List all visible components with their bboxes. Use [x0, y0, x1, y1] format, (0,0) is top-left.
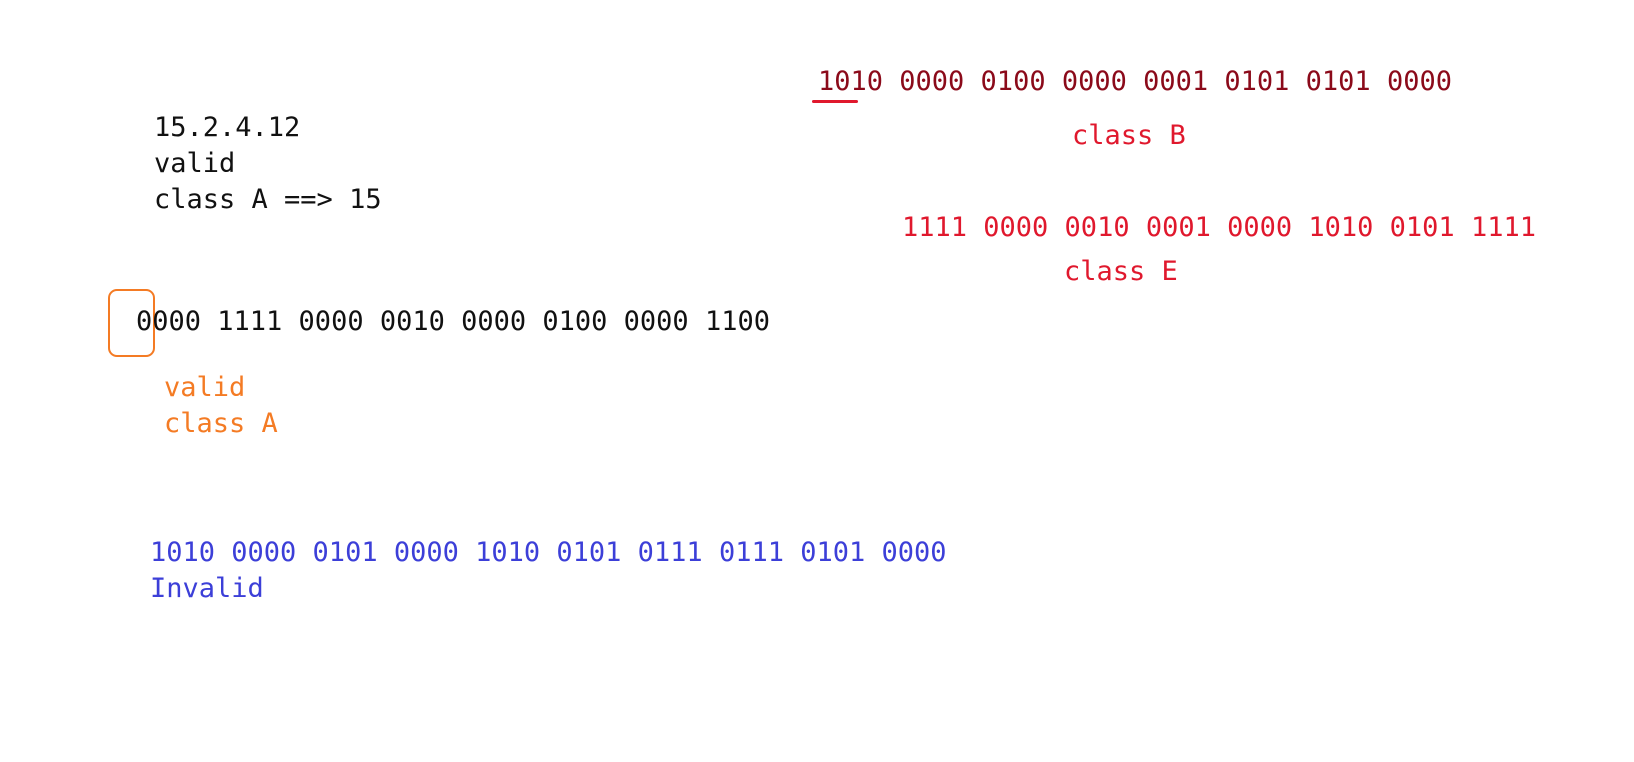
invalid-label: Invalid — [150, 573, 264, 604]
ip-binary: 0000 1111 0000 0010 0000 0100 0000 1100 — [136, 306, 770, 337]
class-e-label: class E — [1064, 256, 1178, 287]
class-a-label: class A — [164, 408, 278, 439]
class-e-binary: 1111 0000 0010 0001 0000 1010 0101 1111 — [902, 212, 1536, 243]
ip-address-text: 15.2.4.12 — [154, 112, 301, 143]
invalid-binary: 1010 0000 0101 0000 1010 0101 0111 0111 … — [150, 537, 947, 568]
ip-address-note: 15.2.4.12 valid class A ==> 15 — [154, 110, 382, 218]
ip-validity-text: valid — [154, 148, 236, 179]
class-a-annotation: valid class A — [164, 370, 278, 442]
ip-class-text: class A ==> 15 — [154, 184, 382, 215]
class-b-prefix-underline — [812, 100, 858, 103]
class-b-label: class B — [1072, 120, 1186, 151]
class-b-binary: 1010 0000 0100 0000 0001 0101 0101 0000 — [818, 66, 1452, 97]
class-a-validity-text: valid — [164, 372, 246, 403]
